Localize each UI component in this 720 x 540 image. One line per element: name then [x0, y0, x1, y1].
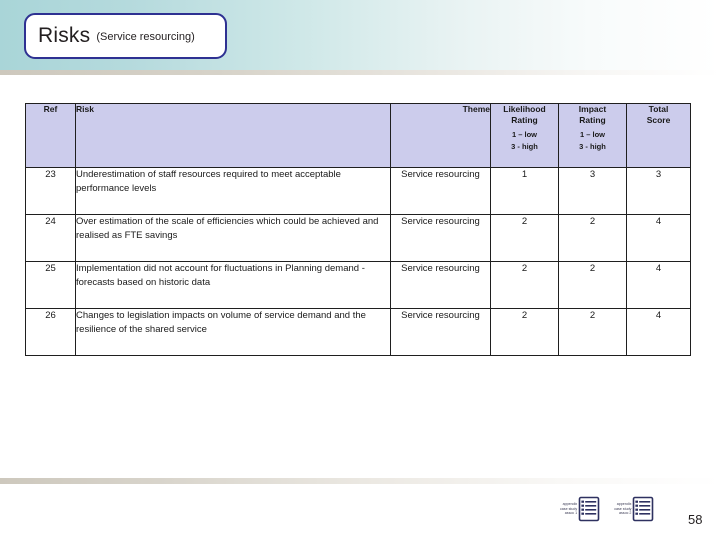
cell-total: 4 [626, 214, 691, 262]
cell-theme: Service resourcing [390, 167, 491, 215]
cell-theme: Service resourcing [390, 261, 491, 309]
document-icon [578, 496, 600, 522]
footer-divider-band [0, 478, 720, 484]
likelihood-scale-high: 3 - high [511, 142, 538, 151]
cell-ref: 24 [25, 214, 76, 262]
cell-likelihood: 1 [490, 167, 559, 215]
cell-total: 4 [626, 308, 691, 356]
column-header-likelihood-rating: Likelihood Rating 1 – low 3 - high [490, 103, 559, 168]
document-icon [632, 496, 654, 522]
table-row: 24 Over estimation of the scale of effic… [25, 214, 691, 262]
table-header: Ref Risk Theme Likelihood Rating 1 – low… [25, 103, 691, 168]
slide-title-box: Risks (Service resourcing) [24, 13, 227, 59]
cell-ref: 23 [25, 167, 76, 215]
cell-likelihood: 2 [490, 308, 559, 356]
column-header-risk: Risk [75, 103, 391, 168]
cell-impact: 2 [558, 261, 627, 309]
column-header-theme: Theme [390, 103, 491, 168]
slide-header-shadow [0, 70, 720, 75]
cell-risk: Changes to legislation impacts on volume… [75, 308, 391, 356]
cell-impact: 2 [558, 308, 627, 356]
attachment-link-2[interactable]: appendix case study assoc 2 [614, 496, 654, 522]
cell-risk: Over estimation of the scale of efficien… [75, 214, 391, 262]
cell-theme: Service resourcing [390, 214, 491, 262]
likelihood-scale-low: 1 – low [511, 130, 537, 139]
page-subtitle: (Service resourcing) [96, 31, 195, 43]
cell-theme: Service resourcing [390, 308, 491, 356]
impact-scale-high: 3 - high [579, 142, 606, 151]
table-header-row: Ref Risk Theme Likelihood Rating 1 – low… [25, 103, 691, 168]
cell-risk: Implementation did not account for fluct… [75, 261, 391, 309]
column-header-total-score: Total Score [626, 103, 691, 168]
cell-risk: Underestimation of staff resources requi… [75, 167, 391, 215]
cell-likelihood: 2 [490, 261, 559, 309]
footer-attachment-links: appendix case study assoc 1 appendix cas… [560, 496, 654, 522]
risk-register-table: Ref Risk Theme Likelihood Rating 1 – low… [25, 103, 691, 356]
page-number: 58 [688, 512, 703, 527]
attachment-label-2: appendix case study assoc 2 [614, 502, 632, 516]
page-title: Risks [38, 24, 91, 47]
table-body: 23 Underestimation of staff resources re… [25, 167, 691, 356]
column-header-impact-rating: Impact Rating 1 – low 3 - high [558, 103, 627, 168]
impact-scale-low: 1 – low [579, 130, 605, 139]
table-row: 25 Implementation did not account for fl… [25, 261, 691, 309]
attachment-link-1[interactable]: appendix case study assoc 1 [560, 496, 600, 522]
table-row: 23 Underestimation of staff resources re… [25, 167, 691, 215]
cell-total: 4 [626, 261, 691, 309]
column-header-ref: Ref [25, 103, 76, 168]
cell-impact: 3 [558, 167, 627, 215]
table-row: 26 Changes to legislation impacts on vol… [25, 308, 691, 356]
cell-ref: 25 [25, 261, 76, 309]
attachment-label-1: appendix case study assoc 1 [560, 502, 578, 516]
cell-impact: 2 [558, 214, 627, 262]
cell-total: 3 [626, 167, 691, 215]
cell-ref: 26 [25, 308, 76, 356]
cell-likelihood: 2 [490, 214, 559, 262]
